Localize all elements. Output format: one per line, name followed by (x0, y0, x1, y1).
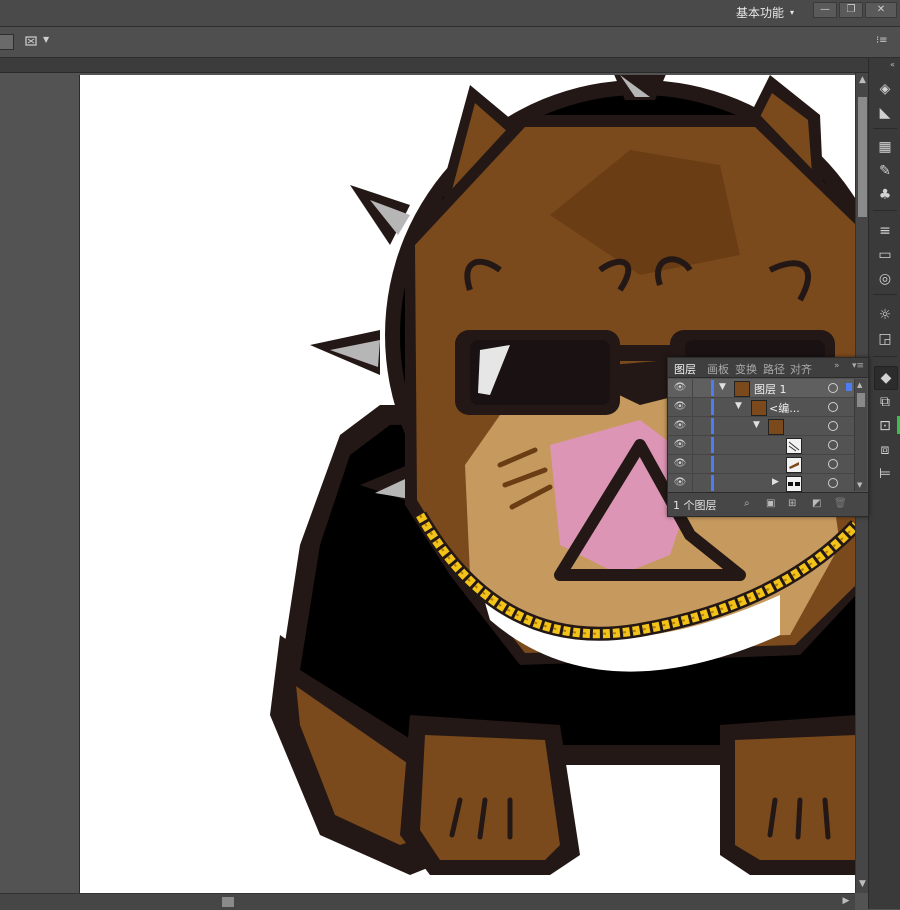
target-circle-icon[interactable] (828, 383, 838, 393)
minimize-button[interactable]: — (813, 2, 837, 18)
horizontal-scrollbar[interactable]: ▶ (0, 893, 855, 910)
layers-scrollbar[interactable]: ▲ ▼ (854, 379, 867, 491)
lock-toggle[interactable] (692, 436, 709, 454)
layer-row[interactable]: 👁 ▼ <编... (668, 398, 854, 417)
layer-color-bar (711, 399, 714, 415)
layer-color-bar (711, 437, 714, 453)
panel-menu-icon[interactable]: ⁝≡ (876, 35, 888, 46)
align-icon[interactable]: ⊨ (874, 463, 896, 485)
layer-thumbnail (786, 457, 802, 473)
layers-panel-tabs: 图层 画板 变换 路径 对齐 » ▾≡ (668, 358, 868, 378)
vertical-scroll-thumb[interactable] (858, 97, 867, 217)
expand-triangle-icon[interactable]: ▶ (772, 477, 779, 487)
visibility-eye-icon[interactable]: 👁 (672, 458, 688, 470)
locate-object-icon[interactable]: ⌕ (744, 498, 756, 509)
visibility-eye-icon[interactable]: 👁 (672, 420, 688, 432)
collapse-dock-icon[interactable]: « (890, 60, 895, 69)
new-layer-icon[interactable]: ◩ (812, 498, 824, 509)
pathfinder-icon[interactable]: ⧈ (874, 439, 896, 461)
layer-thumbnail (734, 381, 750, 397)
target-circle-icon[interactable] (828, 459, 838, 469)
workspace-switcher[interactable]: 基本功能 ▾ (736, 3, 794, 21)
layer-row[interactable]: 👁 (668, 436, 854, 455)
panel-menu-icon[interactable]: ▾≡ (852, 361, 864, 371)
transform-icon[interactable]: ⊡ (874, 415, 896, 437)
menu-bar: 基本功能 ▾ — ❐ ✕ (0, 0, 900, 27)
layer-row[interactable]: 👁 ▼ 图层 1 (668, 379, 854, 398)
make-clipping-mask-icon[interactable]: ▣ (766, 498, 778, 509)
target-circle-icon[interactable] (828, 421, 838, 431)
layer-thumbnail (768, 419, 784, 435)
lock-toggle[interactable] (692, 398, 709, 416)
chevron-down-icon[interactable]: ▼ (43, 35, 49, 44)
stroke-icon[interactable]: ≡ (874, 220, 896, 242)
layer-row[interactable]: 👁 ▶ (668, 474, 854, 493)
scroll-down-icon[interactable]: ▼ (857, 481, 862, 489)
layer-color-bar (711, 456, 714, 472)
tab-transform[interactable]: 变换 (735, 361, 757, 377)
appearance-icon[interactable]: ☼ (874, 304, 896, 326)
tab-artboards[interactable]: 画板 (707, 361, 729, 377)
layers-icon[interactable]: ◆ (874, 366, 898, 390)
workspace-label: 基本功能 (736, 5, 785, 20)
restore-button[interactable]: ❐ (839, 2, 863, 18)
symbols-icon[interactable]: ♣ (874, 184, 896, 206)
new-sublayer-icon[interactable]: ⊞ (788, 498, 800, 509)
lock-toggle[interactable] (692, 417, 709, 435)
graphic-styles-icon[interactable]: ◲ (874, 328, 896, 350)
layer-thumbnail (786, 438, 802, 454)
target-circle-icon[interactable] (828, 478, 838, 488)
close-button[interactable]: ✕ (865, 2, 897, 18)
tab-pathfinder[interactable]: 路径 (763, 361, 785, 377)
lock-toggle[interactable] (692, 379, 709, 397)
layer-row[interactable]: 👁 (668, 455, 854, 474)
artboards-icon[interactable]: ⧉ (874, 391, 896, 413)
color-guide-icon[interactable]: ◈ (874, 78, 896, 100)
chevron-down-icon: ▾ (790, 7, 795, 17)
layer-name[interactable]: 图层 1 (754, 381, 787, 397)
visibility-eye-icon[interactable]: 👁 (672, 477, 688, 489)
lock-toggle[interactable] (692, 474, 709, 492)
layers-panel[interactable]: 图层 画板 变换 路径 对齐 » ▾≡ 👁 ▼ 图层 1 👁 ▼ <编... 👁… (667, 357, 869, 517)
expand-triangle-icon[interactable]: ▼ (735, 401, 742, 411)
brushes-icon[interactable]: ✎ (874, 160, 896, 182)
tab-align[interactable]: 对齐 (790, 361, 812, 377)
tab-layers[interactable]: 图层 (674, 361, 696, 377)
expand-triangle-icon[interactable]: ▼ (719, 382, 726, 392)
gradient-icon[interactable]: ◣ (874, 102, 896, 124)
target-circle-icon[interactable] (828, 402, 838, 412)
layer-color-bar (711, 418, 714, 434)
scroll-right-icon[interactable]: ▶ (840, 896, 852, 906)
target-circle-icon[interactable] (828, 440, 838, 450)
document-tab-bar (0, 58, 868, 73)
layer-name[interactable]: <编... (769, 400, 800, 416)
delete-layer-icon[interactable]: 🗑 (834, 498, 847, 509)
expand-panel-icon[interactable]: » (834, 361, 840, 371)
control-bar: ▼ ⁝≡ (0, 27, 900, 58)
visibility-eye-icon[interactable]: 👁 (672, 401, 688, 413)
transparency-icon[interactable]: ◎ (874, 268, 896, 290)
visibility-eye-icon[interactable]: 👁 (672, 439, 688, 451)
layer-count-label: 1 个图层 (673, 499, 717, 512)
horizontal-scroll-thumb[interactable] (222, 897, 234, 907)
layer-color-bar (711, 380, 714, 396)
expand-triangle-icon[interactable]: ▼ (753, 420, 760, 430)
scroll-down-icon[interactable]: ▼ (857, 879, 868, 889)
layer-thumbnail (751, 400, 767, 416)
gradient-panel-icon[interactable]: ▭ (874, 244, 896, 266)
scroll-up-icon[interactable]: ▲ (857, 381, 862, 389)
swatches-icon[interactable]: ▦ (874, 136, 896, 158)
layer-thumbnail (786, 476, 802, 492)
control-swatch[interactable] (0, 34, 14, 50)
scroll-up-icon[interactable]: ▲ (857, 75, 868, 85)
lock-toggle[interactable] (692, 455, 709, 473)
layer-row[interactable]: 👁 ▼ (668, 417, 854, 436)
visibility-eye-icon[interactable]: 👁 (672, 382, 688, 394)
selected-indicator (846, 383, 852, 391)
quick-mask-icon[interactable] (24, 34, 40, 48)
layer-color-bar (711, 475, 714, 491)
layers-scroll-thumb[interactable] (857, 393, 865, 407)
panel-dock: « ◈ ◣ ▦ ✎ ♣ ≡ ▭ ◎ ☼ ◲ ◆ ⧉ ⊡ ⧈ ⊨ (868, 58, 900, 909)
layers-panel-footer: 1 个图层 ⌕ ▣ ⊞ ◩ 🗑 (668, 492, 868, 516)
